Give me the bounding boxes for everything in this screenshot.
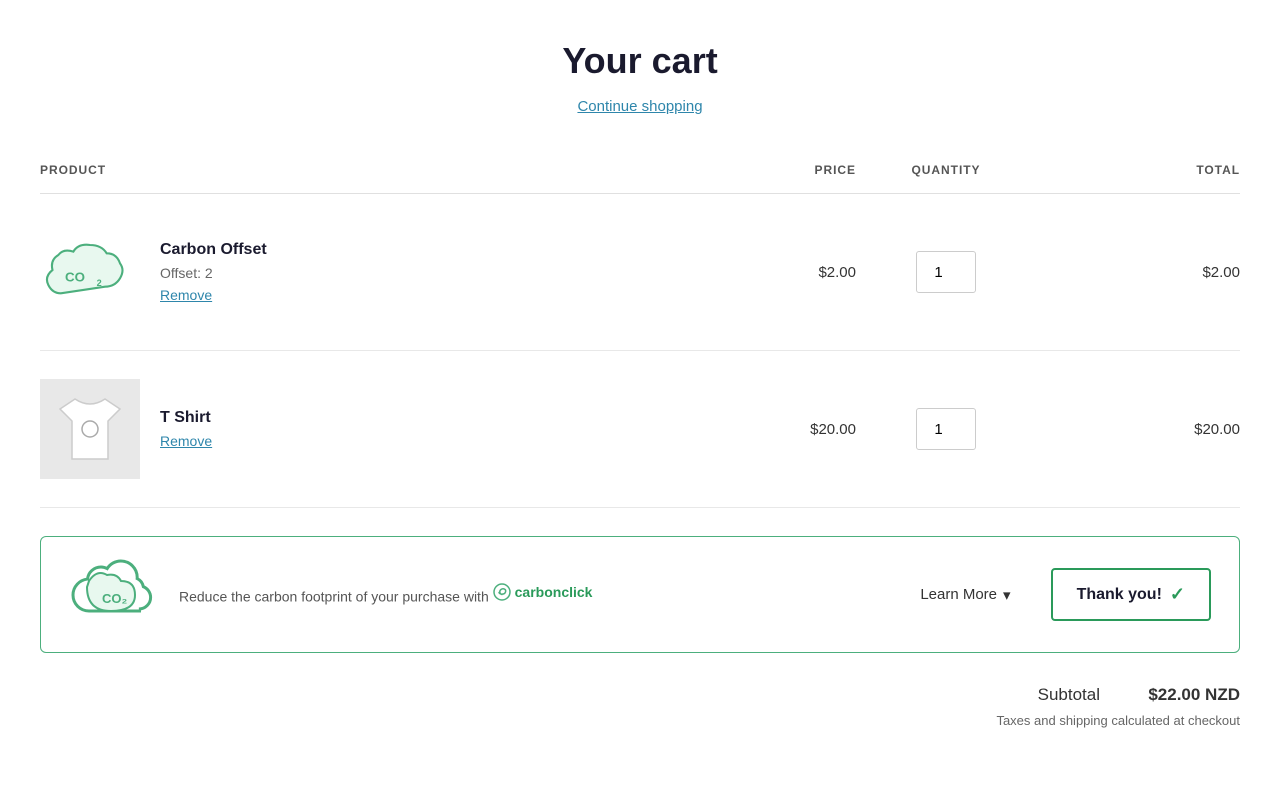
thank-you-button[interactable]: Thank you! ✓ — [1051, 568, 1211, 621]
carbonclick-brand: carbonclick — [493, 582, 593, 603]
remove-link[interactable]: Remove — [160, 287, 212, 303]
product-info: Carbon Offset Offset: 2 Remove — [160, 241, 267, 303]
product-name: T Shirt — [160, 409, 212, 427]
subtotal-value: $22.00 NZD — [1140, 685, 1240, 705]
checkmark-icon: ✓ — [1170, 584, 1185, 605]
product-thumbnail — [40, 379, 140, 479]
carbonclick-description: Reduce the carbon footprint of your purc… — [179, 582, 880, 608]
table-row: T Shirt Remove $20.00 $20.00 — [40, 351, 1240, 508]
carbonclick-banner: CO₂ Reduce the carbon footprint of your … — [40, 536, 1240, 653]
product-meta: Offset: 2 — [160, 265, 267, 281]
subtotal-label: Subtotal — [1038, 685, 1100, 705]
remove-link[interactable]: Remove — [160, 433, 212, 449]
product-cell: T Shirt Remove — [40, 351, 700, 508]
column-header-product: PRODUCT — [40, 163, 700, 194]
total-cell: $2.00 — [1036, 194, 1240, 351]
product-name: Carbon Offset — [160, 241, 267, 259]
page-title: Your cart — [40, 40, 1240, 82]
continue-shopping-link[interactable]: Continue shopping — [40, 98, 1240, 115]
learn-more-button[interactable]: Learn More ▾ — [900, 586, 1030, 604]
taxes-note: Taxes and shipping calculated at checkou… — [40, 713, 1240, 728]
total-cell: $20.00 — [1036, 351, 1240, 508]
price-cell: $2.00 — [700, 194, 856, 351]
svg-text:CO: CO — [65, 269, 85, 284]
carbonclick-co2-icon: CO₂ — [69, 559, 159, 630]
column-header-quantity: QUANTITY — [856, 163, 1036, 194]
svg-text:CO₂: CO₂ — [102, 591, 128, 606]
table-row: CO 2 Carbon Offset Offset: 2 Remove $2.0… — [40, 194, 1240, 351]
product-info: T Shirt Remove — [160, 409, 212, 449]
quantity-cell — [856, 194, 1036, 351]
subtotal-section: Subtotal $22.00 NZD Taxes and shipping c… — [40, 685, 1240, 728]
quantity-cell — [856, 351, 1036, 508]
price-cell: $20.00 — [700, 351, 856, 508]
column-header-total: TOTAL — [1036, 163, 1240, 194]
column-header-price: PRICE — [700, 163, 856, 194]
quantity-input[interactable] — [916, 408, 976, 450]
chevron-down-icon: ▾ — [1003, 586, 1011, 604]
cart-table: PRODUCT PRICE QUANTITY TOTAL CO 2 — [40, 163, 1240, 508]
svg-text:2: 2 — [97, 277, 102, 287]
quantity-input[interactable] — [916, 251, 976, 293]
product-cell: CO 2 Carbon Offset Offset: 2 Remove — [40, 194, 700, 351]
co2-product-icon: CO 2 — [40, 222, 140, 322]
